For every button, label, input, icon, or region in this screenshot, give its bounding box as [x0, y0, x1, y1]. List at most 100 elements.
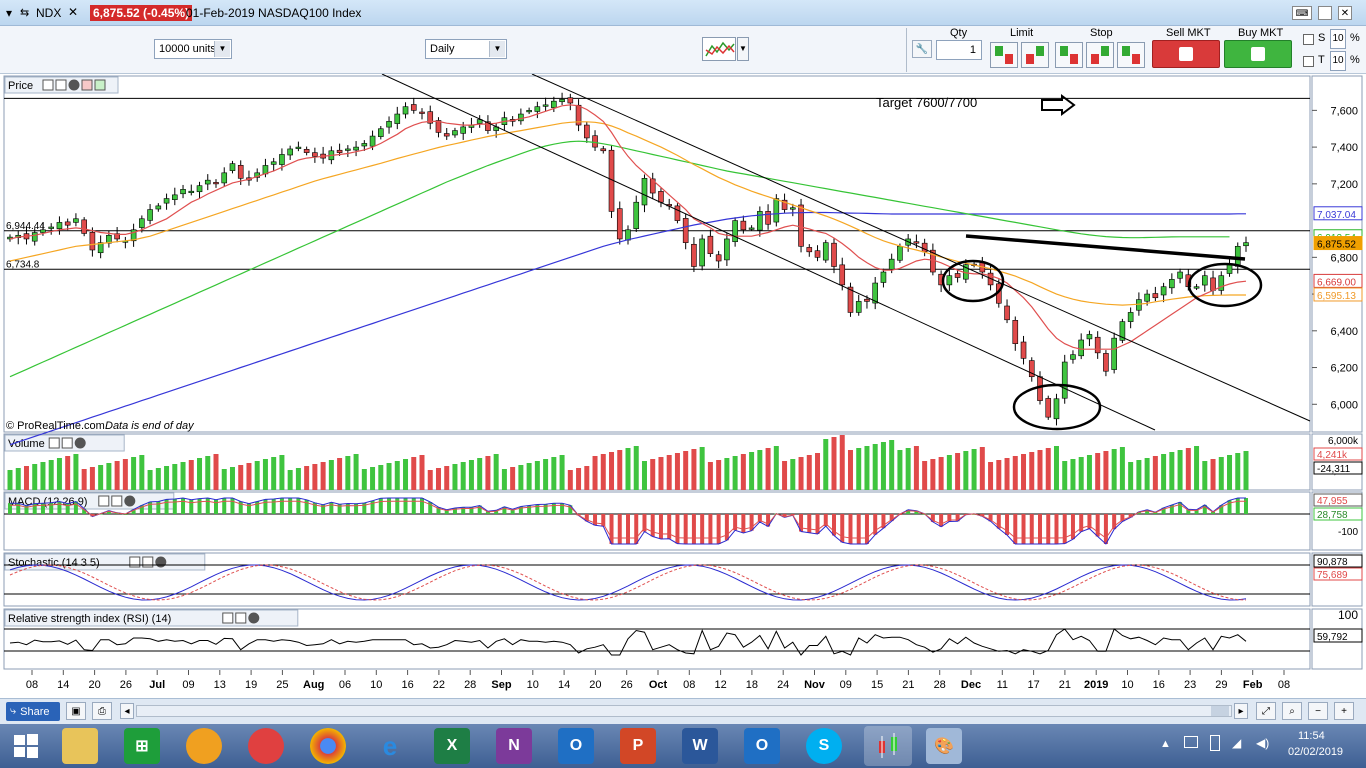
volume-bar[interactable]	[378, 465, 384, 490]
volume-icon[interactable]: ◀)	[1256, 736, 1269, 750]
candle-body[interactable]	[336, 149, 343, 153]
volume-bar[interactable]	[1169, 452, 1175, 490]
price-panel-window-icon[interactable]	[55, 79, 67, 91]
volume-bar[interactable]	[1210, 459, 1216, 490]
powerpoint-icon[interactable]: P	[620, 728, 656, 764]
candle-body[interactable]	[765, 211, 771, 225]
volume-bar[interactable]	[197, 458, 203, 490]
t-checkbox[interactable]	[1303, 56, 1314, 67]
volume-bar[interactable]	[798, 457, 804, 490]
candle-body[interactable]	[386, 121, 392, 128]
candle-body[interactable]	[888, 258, 895, 270]
candle-body[interactable]	[1045, 398, 1052, 418]
candle-body[interactable]	[196, 185, 203, 193]
volume-bar[interactable]	[757, 450, 763, 490]
volume-bar[interactable]	[872, 444, 878, 490]
volume-bar[interactable]	[683, 451, 689, 490]
volume-bar[interactable]	[460, 462, 466, 490]
candle-body[interactable]	[452, 130, 458, 136]
volume-bar[interactable]	[839, 435, 845, 490]
horizontal-scrollbar[interactable]	[136, 705, 1232, 717]
candle-body[interactable]	[921, 242, 928, 253]
candle-body[interactable]	[699, 238, 705, 267]
candle-body[interactable]	[1202, 275, 1208, 286]
candle-body[interactable]	[864, 298, 870, 302]
volume-bar[interactable]	[1053, 446, 1059, 490]
buy-market-button[interactable]	[1224, 40, 1292, 68]
autoscale-icon[interactable]: ⤢	[1256, 702, 1276, 720]
volume-bar[interactable]	[81, 469, 87, 490]
volume-bar[interactable]	[403, 459, 409, 490]
volume-bar[interactable]	[576, 468, 582, 490]
candle-body[interactable]	[1070, 354, 1076, 360]
volume-bar[interactable]	[946, 455, 952, 490]
volume-bar[interactable]	[1243, 451, 1249, 490]
candle-body[interactable]	[798, 204, 804, 247]
volume-bar[interactable]	[477, 458, 483, 490]
candle-body[interactable]	[839, 264, 846, 286]
candle-body[interactable]	[172, 194, 178, 200]
volume-bar[interactable]	[345, 456, 351, 490]
candle-body[interactable]	[377, 128, 384, 137]
volume-panel-window-icon[interactable]	[61, 437, 73, 449]
candle-body[interactable]	[1218, 275, 1225, 291]
candle-body[interactable]	[40, 229, 46, 233]
candle-body[interactable]	[707, 235, 714, 254]
candle-body[interactable]	[369, 135, 376, 147]
candle-body[interactable]	[213, 182, 219, 185]
candle-body[interactable]	[1152, 293, 1159, 299]
volume-bar[interactable]	[1185, 448, 1191, 490]
chrome-icon[interactable]	[310, 728, 346, 764]
volume-bar[interactable]	[1218, 457, 1224, 490]
prorealtime-icon[interactable]	[864, 726, 912, 766]
candle-body[interactable]	[1177, 271, 1183, 279]
candle-body[interactable]	[443, 133, 450, 137]
volume-bar[interactable]	[633, 446, 639, 490]
volume-bar[interactable]	[213, 454, 219, 490]
internet-explorer-icon[interactable]: e	[372, 728, 408, 764]
volume-bar[interactable]	[609, 452, 615, 490]
indicator-button[interactable]	[702, 37, 736, 61]
volume-bar[interactable]	[1037, 450, 1043, 490]
camera-icon[interactable]: ▣	[66, 702, 86, 720]
volume-bar[interactable]	[856, 448, 862, 490]
onenote-icon[interactable]: N	[496, 728, 532, 764]
t-value-input[interactable]: 10	[1330, 51, 1346, 71]
candle-body[interactable]	[806, 247, 813, 253]
volume-bar[interactable]	[831, 437, 837, 490]
volume-bar[interactable]	[823, 439, 829, 490]
volume-bar[interactable]	[337, 458, 343, 490]
start-windows-icon[interactable]	[8, 728, 44, 764]
volume-bar[interactable]	[534, 461, 540, 490]
volume-bar[interactable]	[996, 460, 1002, 490]
volume-bar[interactable]	[1235, 453, 1241, 490]
volume-bar[interactable]	[106, 463, 112, 490]
price-panel-arrow-down-icon[interactable]	[81, 79, 93, 91]
volume-bar[interactable]	[559, 455, 565, 490]
macd-panel-wrench-icon[interactable]	[98, 495, 110, 507]
volume-bar[interactable]	[1045, 448, 1051, 490]
outlook-icon[interactable]: O	[558, 728, 594, 764]
candle-body[interactable]	[180, 189, 186, 195]
candle-body[interactable]	[1243, 242, 1249, 247]
volume-bar[interactable]	[98, 465, 104, 490]
candle-body[interactable]	[567, 97, 574, 104]
tray-expand-icon[interactable]: ▲	[1160, 738, 1171, 750]
share-button[interactable]: ⤷ Share	[6, 702, 60, 721]
volume-bar[interactable]	[1152, 456, 1158, 490]
volume-bar[interactable]	[271, 457, 277, 490]
candle-body[interactable]	[147, 209, 153, 221]
volume-bar[interactable]	[979, 447, 985, 490]
volume-bar[interactable]	[172, 464, 178, 490]
volume-bar[interactable]	[328, 460, 334, 490]
candle-body[interactable]	[946, 275, 953, 286]
rsi-panel-wrench-icon[interactable]	[222, 612, 234, 624]
candle-body[interactable]	[773, 198, 780, 223]
volume-bar[interactable]	[1070, 459, 1076, 490]
candle-body[interactable]	[682, 218, 689, 243]
keyboard-tray-icon[interactable]	[1184, 736, 1198, 748]
candle-body[interactable]	[204, 179, 211, 185]
volume-bar[interactable]	[749, 452, 755, 490]
volume-bar[interactable]	[1021, 454, 1027, 490]
candle-body[interactable]	[732, 220, 738, 243]
